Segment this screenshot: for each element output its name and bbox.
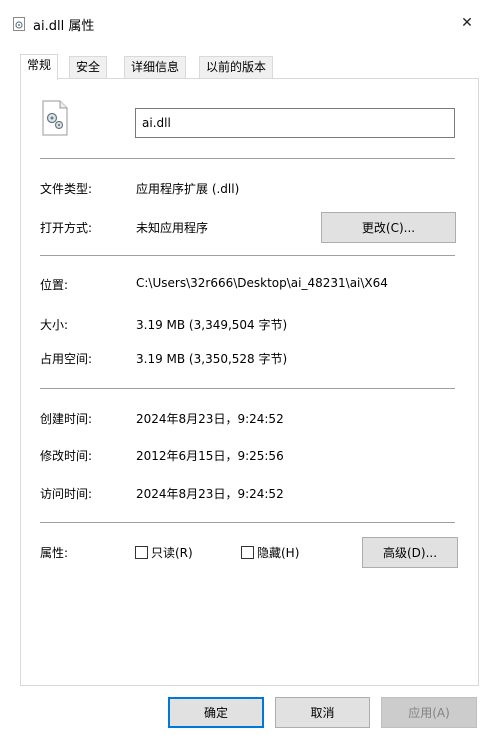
ok-button-label: 确定 — [203, 706, 228, 720]
size-on-disk-label: 占用空间: — [40, 352, 93, 366]
modified-value: 2012年6月15日，9:25:56 — [136, 449, 284, 463]
tab-label: 常规 — [27, 58, 52, 72]
tab-previous-versions[interactable]: 以前的版本 — [199, 56, 274, 79]
readonly-label: 只读(R) — [151, 546, 193, 560]
checkbox-box — [135, 546, 148, 559]
modified-label: 修改时间: — [40, 449, 93, 463]
divider — [40, 388, 455, 389]
ok-button[interactable]: 确定 — [168, 697, 264, 728]
change-button[interactable]: 更改(C)... — [321, 212, 456, 243]
hidden-checkbox[interactable]: 隐藏(H) — [241, 544, 299, 561]
file-type-label: 文件类型: — [40, 182, 93, 196]
cancel-button-label: 取消 — [310, 706, 335, 720]
file-gear-icon — [40, 100, 70, 136]
location-value: C:\Users\32r666\Desktop\ai_48231\ai\X64 — [136, 276, 388, 290]
tab-security[interactable]: 安全 — [69, 56, 108, 79]
apply-button-label: 应用(A) — [408, 706, 450, 720]
change-button-label: 更改(C)... — [361, 221, 416, 235]
tab-label: 详细信息 — [131, 60, 180, 74]
divider — [40, 522, 455, 523]
file-type-value: 应用程序扩展 (.dll) — [136, 182, 240, 196]
window-title: ai.dll 属性 — [33, 19, 95, 34]
created-value: 2024年8月23日，9:24:52 — [136, 412, 284, 426]
attributes-label: 属性: — [40, 546, 69, 560]
size-on-disk-value: 3.19 MB (3,350,528 字节) — [136, 352, 288, 366]
accessed-label: 访问时间: — [40, 487, 93, 501]
dll-file-icon — [12, 17, 26, 31]
readonly-checkbox[interactable]: 只读(R) — [135, 544, 193, 561]
location-label: 位置: — [40, 278, 69, 292]
advanced-button-label: 高级(D)... — [382, 546, 438, 560]
created-label: 创建时间: — [40, 412, 93, 426]
general-panel — [20, 78, 479, 686]
close-button[interactable]: ✕ — [452, 9, 482, 37]
tab-general[interactable]: 常规 — [20, 54, 59, 80]
checkbox-box — [241, 546, 254, 559]
divider — [40, 255, 455, 256]
file-name-field[interactable] — [135, 108, 455, 138]
divider — [40, 158, 455, 159]
apply-button[interactable]: 应用(A) — [381, 697, 477, 728]
tab-details[interactable]: 详细信息 — [124, 56, 187, 79]
close-icon: ✕ — [461, 15, 473, 31]
accessed-value: 2024年8月23日，9:24:52 — [136, 487, 284, 501]
hidden-label: 隐藏(H) — [257, 546, 300, 560]
cancel-button[interactable]: 取消 — [275, 697, 370, 728]
title-bar: ai.dll 属性 ✕ — [0, 0, 500, 44]
size-value: 3.19 MB (3,349,504 字节) — [136, 318, 288, 332]
advanced-button[interactable]: 高级(D)... — [362, 537, 458, 568]
tab-label: 安全 — [76, 60, 101, 74]
tab-label: 以前的版本 — [206, 60, 267, 74]
opens-with-label: 打开方式: — [40, 221, 93, 235]
opens-with-value: 未知应用程序 — [136, 221, 209, 235]
size-label: 大小: — [40, 318, 69, 332]
